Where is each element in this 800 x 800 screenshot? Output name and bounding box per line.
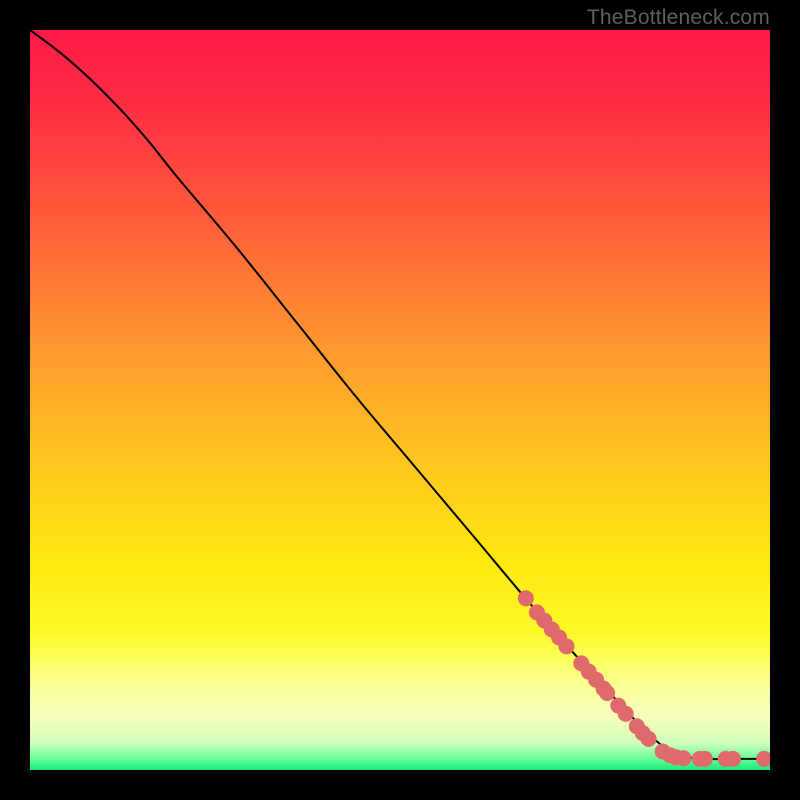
marker-dot [697,751,713,767]
attribution-text: TheBottleneck.com [587,6,770,30]
marker-dot [725,751,741,767]
marker-dot [599,685,615,701]
marker-dot [518,590,534,606]
chart-frame: TheBottleneck.com [0,0,800,800]
marker-dot [756,751,770,767]
marker-dot [559,638,575,654]
curve-line [30,30,770,759]
curve-layer [30,30,770,770]
marker-group [518,590,770,767]
marker-dot [618,706,634,722]
plot-area [30,30,770,770]
marker-dot [641,731,657,747]
marker-dot [675,750,691,766]
